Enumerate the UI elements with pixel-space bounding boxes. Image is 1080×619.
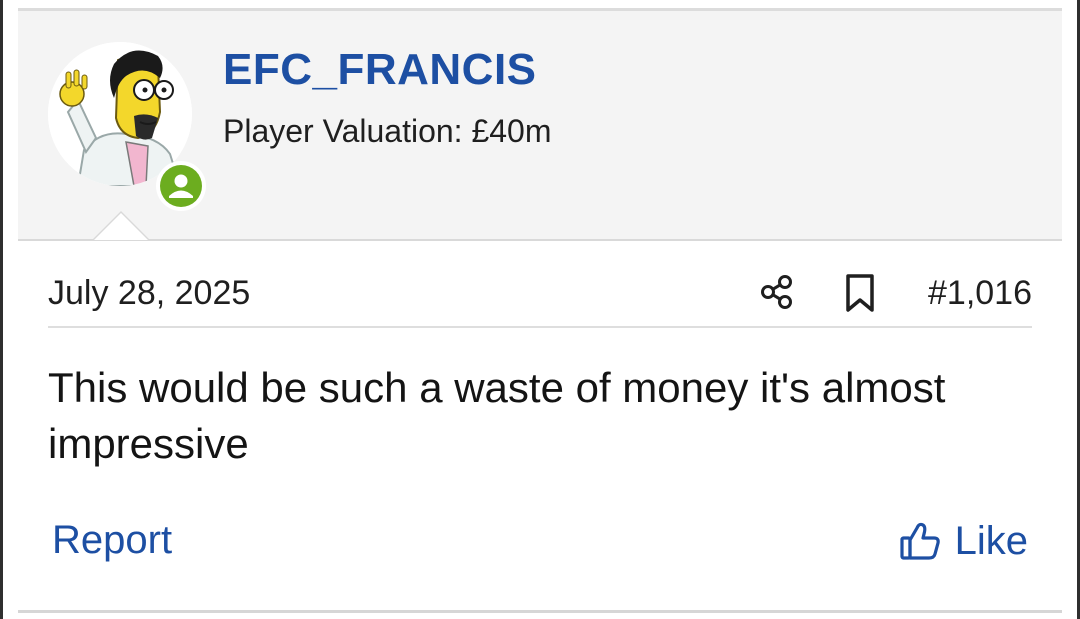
share-icon[interactable] [758,273,796,311]
bottom-divider [18,610,1062,613]
left-border [0,0,3,619]
bookmark-icon[interactable] [842,273,878,313]
user-header: EFC_FRANCIS Player Valuation: £40m [18,11,1062,241]
report-link[interactable]: Report [52,518,172,563]
username-link[interactable]: EFC_FRANCIS [223,45,537,95]
post-meta-bar: July 28, 2025 #1,016 [48,248,1032,328]
like-button[interactable]: Like [899,516,1028,566]
user-online-icon [160,165,202,207]
post-date[interactable]: July 28, 2025 [48,274,250,313]
post-message: This would be such a waste of money it's… [48,364,946,467]
like-label: Like [954,518,1028,563]
thumbs-up-icon [899,520,941,562]
post-page: EFC_FRANCIS Player Valuation: £40m July … [0,0,1080,619]
online-status-badge [156,161,206,211]
user-title: Player Valuation: £40m [223,113,552,149]
post-number-link[interactable]: #1,016 [928,274,1032,313]
